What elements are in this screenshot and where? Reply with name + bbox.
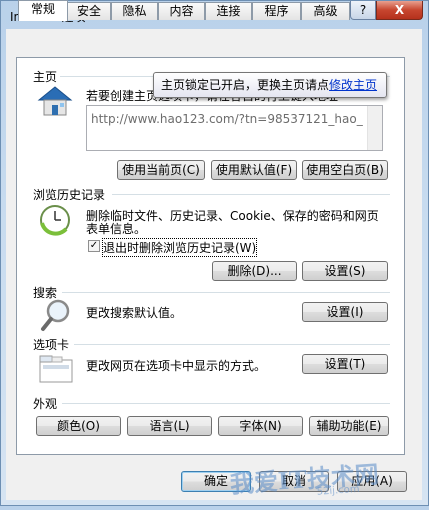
- languages-button[interactable]: 语言(L): [127, 416, 212, 436]
- checkmark-icon: ✓: [89, 240, 99, 251]
- cancel-button[interactable]: 取消: [259, 471, 329, 492]
- magnifier-icon: [41, 299, 70, 331]
- colors-button[interactable]: 颜色(O): [36, 416, 121, 436]
- tabs-group-divider: [74, 344, 390, 345]
- history-group-title: 浏览历史记录: [33, 188, 106, 202]
- close-icon: X: [394, 3, 405, 17]
- close-button[interactable]: X: [376, 1, 423, 20]
- use-current-button[interactable]: 使用当前页(C): [117, 160, 205, 180]
- tab-label: 高级: [313, 4, 338, 18]
- tab-content[interactable]: 内容: [158, 2, 205, 20]
- tab-label: 常规: [30, 2, 55, 16]
- tab-label: 内容: [169, 4, 194, 18]
- ok-button[interactable]: 确定: [181, 471, 251, 492]
- use-blank-button[interactable]: 使用空白页(B): [302, 160, 388, 180]
- tab-label: 程序: [264, 4, 289, 18]
- tab-privacy[interactable]: 隐私: [111, 2, 158, 20]
- delete-history-button[interactable]: 删除(D)...: [212, 261, 297, 281]
- house-icon: [37, 86, 73, 116]
- search-group-divider: [62, 292, 390, 293]
- home-url-value: http://www.hao123.com/?tn=98537121_hao_p…: [91, 112, 363, 126]
- accessibility-button[interactable]: 辅助功能(E): [309, 416, 389, 436]
- change-home-link[interactable]: 修改主页: [329, 78, 377, 92]
- tabbed-window-icon: [39, 355, 73, 383]
- apply-button[interactable]: 应用(A): [337, 471, 407, 492]
- tab-label: 隐私: [122, 4, 147, 18]
- tabs-description: 更改网页在选项卡中显示的方式。: [86, 359, 267, 373]
- tab-advanced[interactable]: 高级: [301, 2, 350, 20]
- help-button[interactable]: ?: [350, 1, 376, 20]
- delete-on-exit-checkbox[interactable]: ✓: [88, 240, 100, 252]
- use-default-button[interactable]: 使用默认值(F): [211, 160, 297, 180]
- tab-security[interactable]: 安全: [67, 2, 111, 20]
- home-lock-tooltip: 主页锁定已开启，更换主页请点修改主页: [153, 72, 387, 98]
- history-settings-button[interactable]: 设置(S): [302, 261, 388, 281]
- search-settings-button[interactable]: 设置(I): [302, 302, 388, 322]
- fonts-button[interactable]: 字体(N): [218, 416, 303, 436]
- tooltip-text: 主页锁定已开启，更换主页请点: [161, 78, 330, 92]
- tab-label: 安全: [76, 4, 101, 18]
- tabs-settings-button[interactable]: 设置(T): [302, 354, 388, 374]
- tab-connections[interactable]: 连接: [205, 2, 252, 20]
- help-icon: ?: [359, 3, 367, 17]
- appearance-group-title: 外观: [33, 397, 58, 411]
- search-description: 更改搜索默认值。: [86, 306, 183, 320]
- history-description-line2: 表单信息。: [86, 222, 147, 236]
- delete-on-exit-label[interactable]: 退出时删除浏览历史记录(W): [101, 238, 258, 257]
- tab-general[interactable]: 常规: [18, 0, 68, 21]
- history-clock-icon: [40, 205, 70, 236]
- tabs-group-title: 选项卡: [33, 338, 70, 352]
- history-group-divider: [112, 194, 390, 195]
- tab-programs[interactable]: 程序: [252, 2, 301, 20]
- tab-label: 连接: [216, 4, 241, 18]
- home-group-title: 主页: [33, 70, 58, 84]
- textarea-scrollbar[interactable]: [367, 106, 382, 150]
- home-url-textarea[interactable]: http://www.hao123.com/?tn=98537121_hao_p…: [86, 105, 383, 151]
- appearance-group-divider: [62, 403, 390, 404]
